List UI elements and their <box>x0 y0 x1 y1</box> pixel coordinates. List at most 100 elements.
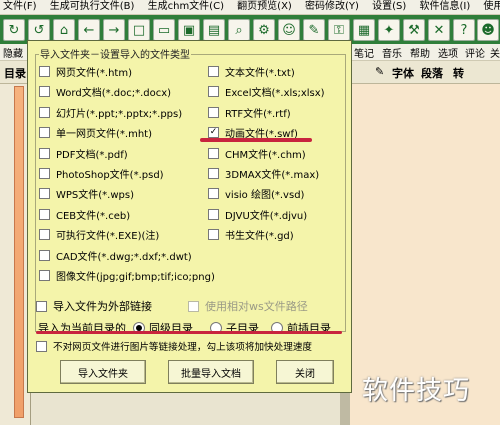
left-file-type-box[interactable] <box>39 229 50 241</box>
comment-button[interactable]: 评论 <box>465 45 485 60</box>
open-folder-icon[interactable]: ▭ <box>153 19 175 41</box>
refresh2-icon[interactable]: ↺ <box>28 19 50 41</box>
menu-build-exe[interactable]: 生成可执行文件(B) <box>47 0 142 14</box>
relative-path-checkbox[interactable]: 使用相对ws文件路径 <box>188 298 308 314</box>
close-icon[interactable]: ✕ <box>428 19 450 41</box>
font-button[interactable]: 字体 <box>392 65 414 81</box>
import-folder-button[interactable]: 导入文件夹 <box>60 360 146 384</box>
right-file-type-box[interactable] <box>208 168 219 179</box>
notes-button[interactable]: 笔记 <box>354 45 374 60</box>
flash-icon[interactable]: ✦ <box>378 19 400 41</box>
left-file-type-box[interactable] <box>39 249 50 261</box>
left-file-type-checkbox[interactable]: 网页文件(*.htm) <box>39 64 132 79</box>
right-file-type-box[interactable]: ✓ <box>208 127 219 139</box>
right-file-type-checkbox[interactable]: Excel文档(*.xls;xlsx) <box>208 84 325 99</box>
brush-icon[interactable]: ✎ <box>375 65 384 78</box>
right-file-type-checkbox[interactable]: 文本文件(*.txt) <box>208 64 295 79</box>
right-file-type-checkbox[interactable]: 书生文件(*.gd) <box>208 227 294 242</box>
relative-path-box[interactable] <box>188 300 199 312</box>
menu-about[interactable]: 软件信息(I) <box>416 0 477 14</box>
menu-help[interactable]: 使用帮 <box>480 0 500 14</box>
left-file-type-checkbox[interactable]: 幻灯片(*.ppt;*.pptx;*.pps) <box>39 105 182 120</box>
back-icon[interactable]: ← <box>78 19 100 41</box>
options-button[interactable]: 选项 <box>438 45 458 60</box>
left-file-type-checkbox[interactable]: CEB文件(*.ceb) <box>39 207 130 222</box>
import-folder-dialog: 导入文件夹－设置导入的文件类型 网页文件(*.htm) Word文档(*.doc;… <box>27 40 352 393</box>
external-link-checkbox[interactable]: 导入文件为外部链接 <box>36 298 152 314</box>
new-file-icon[interactable]: □ <box>128 19 150 41</box>
right-file-type-checkbox[interactable]: RTF文件(*.rtf) <box>208 105 291 120</box>
left-file-type-box[interactable] <box>39 147 50 159</box>
left-file-type-box[interactable] <box>39 188 50 200</box>
refresh-icon[interactable]: ↻ <box>3 19 25 41</box>
hide-button[interactable]: 隐藏 <box>3 45 23 60</box>
left-file-type-label: 幻灯片(*.ppt;*.pptx;*.pps) <box>56 108 183 120</box>
menu-password[interactable]: 密码修改(Y) <box>302 0 366 14</box>
plugin-icon[interactable]: ✎ <box>303 19 325 41</box>
tool-icon[interactable]: ⚒ <box>403 19 425 41</box>
left-file-type-box[interactable] <box>39 106 50 118</box>
left-file-type-label: CAD文件(*.dwg;*.dxf;*.dwt) <box>56 251 192 263</box>
left-file-type-checkbox[interactable]: 图像文件(jpg;gif;bmp;tif;ico;png) <box>39 268 215 283</box>
left-file-type-box[interactable] <box>39 86 50 98</box>
right-file-type-checkbox[interactable]: 3DMAX文件(*.max) <box>208 166 319 181</box>
right-file-type-box[interactable] <box>208 106 219 118</box>
left-file-type-checkbox[interactable]: PDF文档(*.pdf) <box>39 146 128 161</box>
help-tab-button[interactable]: 帮助 <box>410 45 430 60</box>
close-button[interactable]: 关闭 <box>276 360 334 384</box>
right-file-type-label: 文本文件(*.txt) <box>225 68 295 79</box>
search-icon[interactable]: ⌕ <box>228 19 250 41</box>
batch-import-button[interactable]: 批量导入文档 <box>168 360 254 384</box>
left-file-type-checkbox[interactable]: 单一网页文件(*.mht) <box>39 125 152 140</box>
left-file-type-label: PhotoShop文件(*.psd) <box>56 170 164 181</box>
right-file-type-checkbox[interactable]: DJVU文件(*.djvu) <box>208 207 307 222</box>
user-icon[interactable]: ☺ <box>278 19 300 41</box>
close-tab-button[interactable]: 关 <box>490 45 500 60</box>
left-file-type-checkbox[interactable]: CAD文件(*.dwg;*.dxf;*.dwt) <box>39 248 192 263</box>
left-file-type-checkbox[interactable]: PhotoShop文件(*.psd) <box>39 166 164 181</box>
right-file-type-box[interactable] <box>208 229 219 241</box>
music-button[interactable]: 音乐 <box>382 45 402 60</box>
lock-icon[interactable]: ⚿ <box>328 19 350 41</box>
left-file-type-box[interactable] <box>39 66 50 77</box>
no-link-process-box[interactable] <box>36 340 47 352</box>
external-link-box[interactable] <box>36 300 47 312</box>
save-as-icon[interactable]: ▤ <box>203 19 225 41</box>
right-file-type-label: CHM文件(*.chm) <box>225 149 306 161</box>
right-file-type-box[interactable] <box>208 66 219 77</box>
menu-page-preview[interactable]: 翻页预览(X) <box>234 0 299 14</box>
left-file-type-box[interactable] <box>39 270 50 281</box>
settings-icon[interactable]: ⚙ <box>253 19 275 41</box>
home-icon[interactable]: ⌂ <box>53 19 75 41</box>
left-file-type-label: 单一网页文件(*.mht) <box>56 129 152 141</box>
external-link-label: 导入文件为外部链接 <box>53 300 152 313</box>
right-file-type-checkbox[interactable]: CHM文件(*.chm) <box>208 146 306 161</box>
left-file-type-label: Word文档(*.doc;*.docx) <box>56 88 172 100</box>
menu-file[interactable]: 文件(F) <box>0 0 44 14</box>
right-file-type-label: visio 绘图(*.vsd) <box>225 190 305 202</box>
menu-settings[interactable]: 设置(S) <box>369 0 413 14</box>
help-icon[interactable]: ? <box>453 19 475 41</box>
left-file-type-checkbox[interactable]: WPS文件(*.wps) <box>39 186 134 201</box>
convert-button[interactable]: 转 <box>453 65 464 81</box>
right-file-type-checkbox[interactable]: visio 绘图(*.vsd) <box>208 186 304 201</box>
right-file-type-box[interactable] <box>208 147 219 159</box>
right-file-type-box[interactable] <box>208 188 219 200</box>
left-file-type-checkbox[interactable]: Word文档(*.doc;*.docx) <box>39 84 171 99</box>
left-file-type-box[interactable] <box>39 168 50 179</box>
image-icon[interactable]: ▦ <box>353 19 375 41</box>
forward-icon[interactable]: → <box>103 19 125 41</box>
right-file-type-box[interactable] <box>208 86 219 98</box>
right-file-type-box[interactable] <box>208 208 219 220</box>
right-file-type-label: Excel文档(*.xls;xlsx) <box>225 88 325 100</box>
left-file-type-box[interactable] <box>39 127 50 139</box>
left-file-type-label: WPS文件(*.wps) <box>56 190 134 202</box>
menu-build-chm[interactable]: 生成chm文件(C) <box>145 0 231 14</box>
relative-path-label: 使用相对ws文件路径 <box>205 300 308 313</box>
save-icon[interactable]: ▣ <box>178 19 200 41</box>
paragraph-button[interactable]: 段落 <box>421 65 443 81</box>
smiley-icon[interactable]: ☻ <box>477 19 499 41</box>
left-file-type-checkbox[interactable]: 可执行文件(*.EXE)(注) <box>39 227 159 242</box>
no-link-process-checkbox[interactable]: 不对网页文件进行图片等链接处理，勾上该项将加快处理速度 <box>36 339 312 353</box>
left-file-type-box[interactable] <box>39 208 50 220</box>
